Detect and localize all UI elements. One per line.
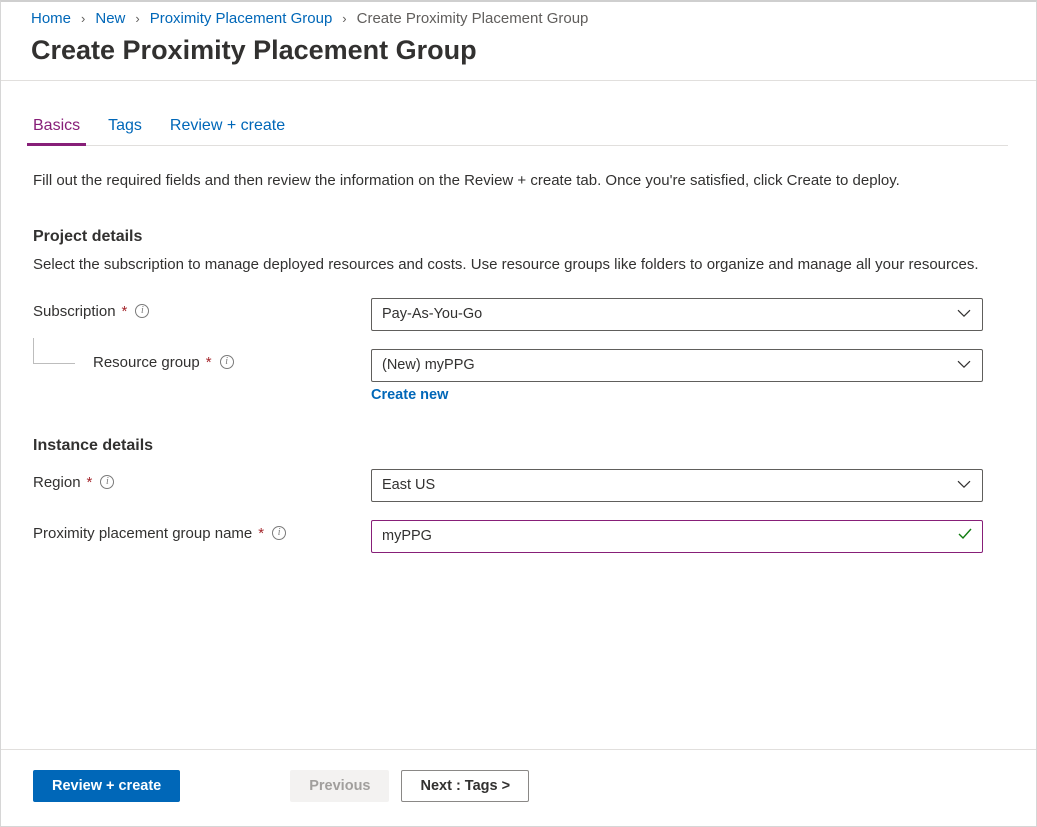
content-area: Basics Tags Review + create Fill out the… (1, 81, 1036, 749)
region-value: East US (382, 477, 435, 493)
info-icon[interactable]: i (272, 526, 286, 540)
resource-group-value: (New) myPPG (382, 357, 475, 373)
region-label: Region * i (33, 469, 371, 491)
breadcrumb-current: Create Proximity Placement Group (357, 10, 589, 27)
tree-indent-line (33, 338, 75, 364)
resource-group-row: Resource group * i (New) myPPG Create ne… (33, 349, 1008, 403)
region-row: Region * i East US (33, 469, 1008, 502)
instance-details-heading: Instance details (33, 437, 1008, 455)
ppg-name-row: Proximity placement group name * i myPPG (33, 520, 1008, 553)
project-details-desc: Select the subscription to manage deploy… (33, 254, 983, 276)
ppg-name-label-text: Proximity placement group name (33, 525, 252, 542)
project-details-heading: Project details (33, 228, 1008, 246)
subscription-select[interactable]: Pay-As-You-Go (371, 298, 983, 331)
chevron-right-icon: › (81, 11, 85, 26)
chevron-right-icon: › (342, 11, 346, 26)
checkmark-icon (956, 525, 974, 547)
tabs: Basics Tags Review + create (33, 117, 1008, 146)
previous-button: Previous (290, 770, 389, 802)
intro-text: Fill out the required fields and then re… (33, 170, 983, 192)
info-icon[interactable]: i (135, 304, 149, 318)
page-frame: Home › New › Proximity Placement Group ›… (0, 0, 1037, 827)
region-label-text: Region (33, 474, 81, 491)
region-select[interactable]: East US (371, 469, 983, 502)
breadcrumb: Home › New › Proximity Placement Group ›… (1, 2, 1036, 33)
project-details-form: Subscription * i Pay-As-You-Go Re (33, 298, 1008, 403)
subscription-value: Pay-As-You-Go (382, 306, 482, 322)
footer-bar: Review + create Previous Next : Tags > (1, 749, 1036, 826)
required-asterisk: * (122, 303, 128, 320)
ppg-name-value: myPPG (382, 528, 432, 544)
subscription-row: Subscription * i Pay-As-You-Go (33, 298, 1008, 331)
chevron-down-icon (956, 305, 972, 321)
breadcrumb-home[interactable]: Home (31, 10, 71, 27)
chevron-right-icon: › (135, 11, 139, 26)
required-asterisk: * (258, 525, 264, 542)
ppg-name-input[interactable]: myPPG (371, 520, 983, 553)
resource-group-select[interactable]: (New) myPPG (371, 349, 983, 382)
breadcrumb-new[interactable]: New (95, 10, 125, 27)
page-title: Create Proximity Placement Group (1, 33, 1036, 80)
instance-details-form: Region * i East US Proximity placement g… (33, 469, 1008, 553)
info-icon[interactable]: i (220, 355, 234, 369)
tab-review-create[interactable]: Review + create (170, 117, 285, 145)
tab-basics[interactable]: Basics (33, 117, 80, 145)
info-icon[interactable]: i (100, 475, 114, 489)
review-create-button[interactable]: Review + create (33, 770, 180, 802)
tab-tags[interactable]: Tags (108, 117, 142, 145)
required-asterisk: * (87, 474, 93, 491)
subscription-label-text: Subscription (33, 303, 116, 320)
resource-group-label: Resource group * i (33, 349, 371, 371)
create-new-link[interactable]: Create new (371, 387, 448, 403)
next-button[interactable]: Next : Tags > (401, 770, 529, 802)
chevron-down-icon (956, 356, 972, 372)
breadcrumb-ppg[interactable]: Proximity Placement Group (150, 10, 333, 27)
required-asterisk: * (206, 354, 212, 371)
resource-group-label-text: Resource group (93, 354, 200, 371)
subscription-label: Subscription * i (33, 298, 371, 320)
ppg-name-label: Proximity placement group name * i (33, 520, 371, 542)
chevron-down-icon (956, 476, 972, 492)
